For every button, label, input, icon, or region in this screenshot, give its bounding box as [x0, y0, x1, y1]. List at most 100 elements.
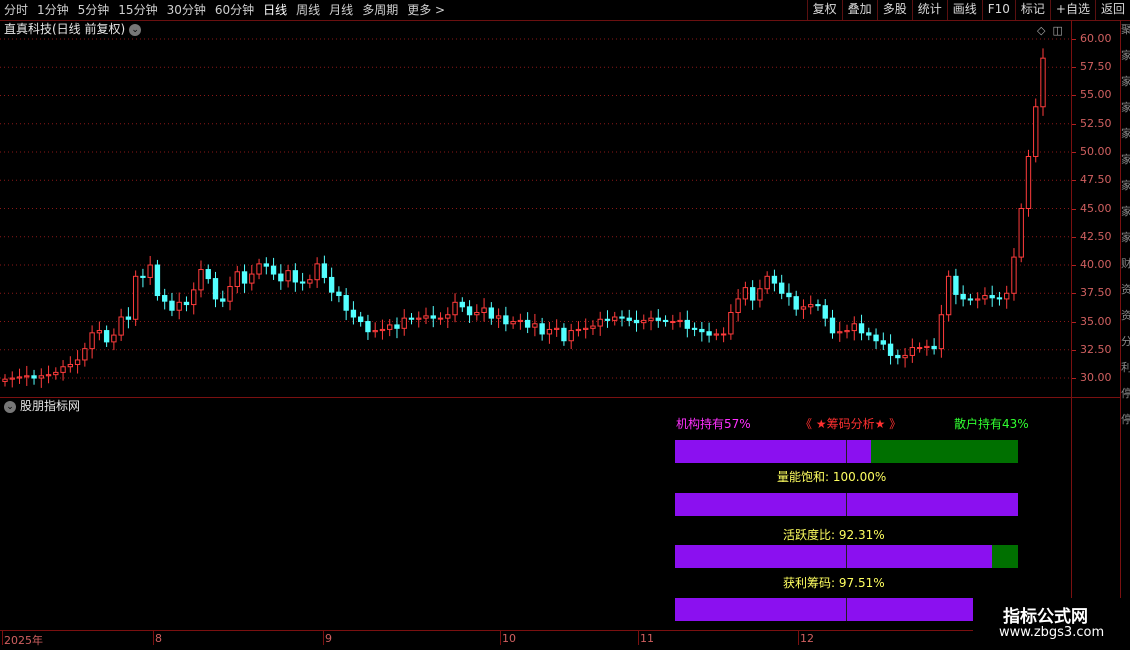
- candle: [1040, 48, 1046, 116]
- date-tick: [323, 631, 324, 645]
- candle: [183, 296, 190, 312]
- period-tab[interactable]: 分时: [4, 1, 28, 19]
- tool-button[interactable]: 画线: [946, 0, 982, 20]
- candle: [1025, 149, 1032, 217]
- candle: [1033, 98, 1039, 163]
- strip-char: 利: [1121, 361, 1130, 374]
- candle: [503, 306, 509, 332]
- candle: [909, 338, 916, 363]
- period-tab[interactable]: 日线: [263, 1, 287, 19]
- price-tick: [1072, 378, 1076, 380]
- candle: [132, 270, 139, 326]
- candle: [278, 264, 284, 290]
- candle: [757, 279, 763, 308]
- period-tab[interactable]: 周线: [296, 1, 320, 19]
- candle: [96, 321, 103, 341]
- tool-button[interactable]: F10: [981, 0, 1015, 20]
- tool-button[interactable]: +自选: [1049, 0, 1095, 20]
- candle: [902, 347, 908, 368]
- strip-char: 家: [1121, 205, 1130, 218]
- candle: [677, 312, 683, 328]
- candle: [866, 327, 872, 341]
- bar-center-line: [846, 545, 847, 568]
- institution-label: 机构持有57%: [676, 417, 751, 431]
- candle: [916, 342, 923, 353]
- strip-char: 资: [1121, 309, 1130, 322]
- institution-bar: [675, 440, 1018, 463]
- price-label: 50.00: [1080, 144, 1112, 158]
- candle: [299, 272, 306, 291]
- candle: [844, 324, 850, 339]
- chevron-down-icon[interactable]: ⌄: [4, 400, 16, 413]
- candle: [82, 342, 88, 367]
- candle: [510, 316, 516, 329]
- date-tick: [2, 631, 3, 645]
- candle: [735, 289, 741, 322]
- candlestick-chart[interactable]: [0, 20, 1072, 397]
- period-tab[interactable]: 15分钟: [118, 1, 157, 19]
- candle: [648, 310, 654, 331]
- candle: [568, 323, 574, 349]
- period-tab[interactable]: 月线: [329, 1, 353, 19]
- candle: [517, 313, 524, 330]
- candle: [974, 292, 981, 309]
- candle: [263, 257, 269, 275]
- tool-button[interactable]: 返回: [1094, 0, 1130, 20]
- right-strip-border: [1120, 20, 1121, 631]
- candle: [691, 322, 698, 337]
- period-tab[interactable]: 1分钟: [37, 1, 69, 19]
- price-label: 55.00: [1080, 88, 1112, 102]
- date-label: 2025年: [4, 634, 43, 647]
- candle: [147, 255, 153, 285]
- date-axis: 2025年 8 9 10 11 12: [0, 631, 1072, 650]
- candle: [662, 315, 669, 327]
- price-label: 32.50: [1080, 342, 1112, 356]
- candle: [989, 285, 995, 307]
- price-label: 45.00: [1080, 201, 1112, 215]
- candle: [720, 327, 727, 343]
- candle: [358, 311, 364, 327]
- candle: [103, 325, 110, 347]
- candle: [808, 295, 814, 315]
- candle: [162, 288, 168, 310]
- candle: [996, 291, 1003, 306]
- profit-bar: [675, 598, 1018, 621]
- tool-button[interactable]: 叠加: [841, 0, 877, 20]
- candle: [851, 316, 857, 341]
- date-label: 12: [800, 632, 814, 645]
- candle: [416, 311, 422, 328]
- period-tab[interactable]: 5分钟: [78, 1, 110, 19]
- candle: [256, 258, 262, 280]
- candle: [372, 322, 378, 338]
- candle: [880, 332, 886, 351]
- indicator-title[interactable]: ⌄ 股朋指标网: [4, 399, 80, 413]
- strip-char: 家: [1121, 179, 1130, 192]
- tool-button[interactable]: 标记: [1014, 0, 1050, 20]
- watermark-title: 指标公式网: [1003, 607, 1088, 627]
- candle: [800, 299, 807, 319]
- candle: [1011, 248, 1017, 301]
- tool-button[interactable]: 多股: [876, 0, 912, 20]
- period-tab[interactable]: 更多 >: [407, 1, 445, 19]
- candle: [169, 292, 175, 317]
- candle: [394, 317, 400, 339]
- candle: [1018, 203, 1024, 263]
- price-tick: [1072, 236, 1076, 238]
- candle: [670, 314, 676, 330]
- candle: [285, 264, 291, 288]
- tool-button[interactable]: 统计: [911, 0, 947, 20]
- date-tick: [153, 631, 154, 645]
- indicator-title-text: 股朋指标网: [20, 399, 81, 413]
- date-label: 8: [155, 632, 162, 645]
- tool-button[interactable]: 复权: [806, 0, 842, 20]
- period-tab[interactable]: 30分钟: [167, 1, 206, 19]
- candle: [67, 356, 74, 373]
- candle: [140, 268, 146, 288]
- period-tab[interactable]: 60分钟: [215, 1, 254, 19]
- candle: [31, 369, 37, 385]
- candle: [430, 306, 436, 328]
- candle: [873, 328, 879, 349]
- candle: [815, 299, 821, 311]
- candle: [924, 339, 930, 356]
- period-tab[interactable]: 多周期: [362, 1, 398, 19]
